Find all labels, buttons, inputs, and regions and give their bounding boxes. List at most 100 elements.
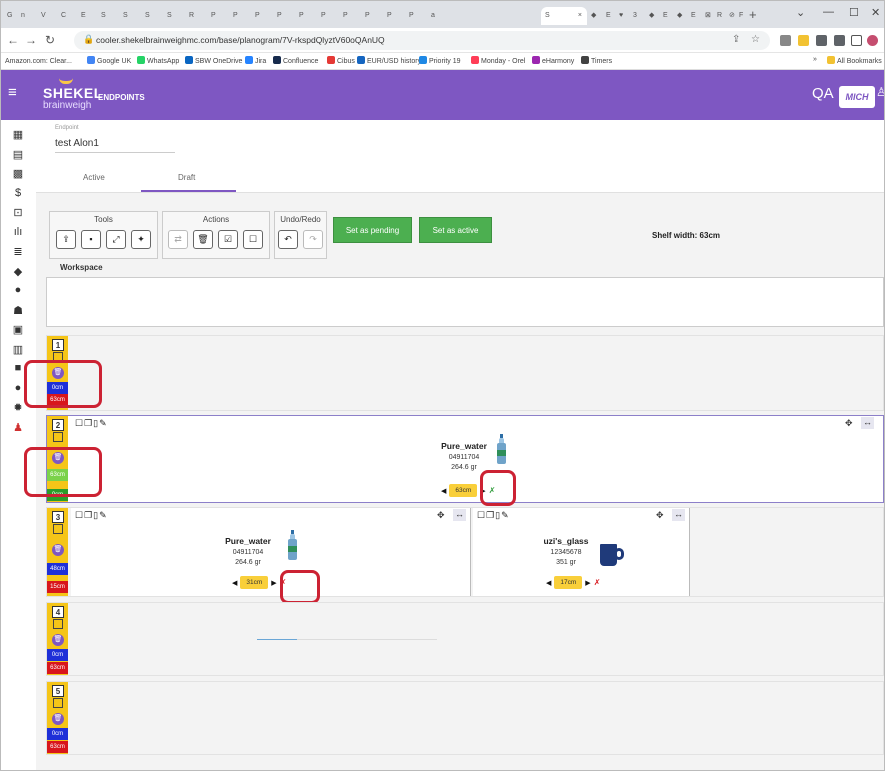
decrease-icon[interactable]: ◀ <box>232 579 237 587</box>
extension-icon[interactable] <box>798 35 809 46</box>
bookmark-timers[interactable]: Timers <box>581 56 612 65</box>
browser-tab[interactable]: P <box>277 7 293 25</box>
browser-tab[interactable]: P <box>233 7 249 25</box>
magic-button[interactable]: ✦ <box>131 230 151 249</box>
id-badge-icon[interactable]: ▣ <box>11 323 25 336</box>
workspace-area[interactable] <box>46 277 884 327</box>
users-icon[interactable]: ☗ <box>11 304 25 317</box>
calendar-icon[interactable]: ▤ <box>11 148 25 161</box>
shelf-delete-icon[interactable]: 🗑 <box>52 713 64 725</box>
copy-icon[interactable]: ❐ <box>486 510 495 520</box>
tab-active[interactable]: Active <box>83 173 105 182</box>
tab-search-icon[interactable]: ⌄ <box>796 6 805 19</box>
product-card[interactable]: Pure_water 04911704 264.6 gr <box>429 441 499 471</box>
browser-tab[interactable]: P <box>211 7 227 25</box>
browser-tab[interactable]: P <box>365 7 381 25</box>
resize-icon[interactable]: ↔ <box>672 509 685 521</box>
bookmark-monday[interactable]: Monday - Orel <box>471 56 525 65</box>
close-window-icon[interactable]: ✕ <box>871 6 880 19</box>
bookmark-onedrive[interactable]: SBW OneDrive <box>185 56 242 65</box>
profile-avatar[interactable] <box>867 35 878 46</box>
extension-icon[interactable] <box>816 35 827 46</box>
increase-icon[interactable]: ▶ <box>271 579 276 587</box>
location-icon[interactable]: ● <box>11 284 25 296</box>
increase-icon[interactable]: ▶ <box>585 579 590 587</box>
browser-tab[interactable]: 3 <box>633 7 649 25</box>
browser-tab[interactable]: P <box>409 7 425 25</box>
upload-button[interactable]: ⇪ <box>56 230 76 249</box>
back-icon[interactable]: ← <box>7 33 19 47</box>
grid-icon[interactable]: ▩ <box>11 167 25 180</box>
checkbox-icon[interactable]: ☐ <box>75 510 84 520</box>
maximize-icon[interactable]: ☐ <box>849 6 859 19</box>
truck-icon[interactable]: ■ <box>11 362 25 374</box>
browser-tab[interactable]: P <box>343 7 359 25</box>
resize-icon[interactable]: ↔ <box>861 417 874 429</box>
browser-tab[interactable]: R <box>189 7 205 25</box>
browser-tab[interactable]: P <box>387 7 403 25</box>
bookmark-jira[interactable]: Jira <box>245 56 266 65</box>
browser-tab[interactable]: V <box>41 7 57 25</box>
expand-button[interactable]: ⤢ <box>106 230 126 249</box>
shelf-checkbox[interactable] <box>53 524 63 534</box>
decrease-icon[interactable]: ◀ <box>441 487 446 495</box>
dollar-icon[interactable]: $ <box>11 187 25 199</box>
address-bar[interactable]: 🔒 cooler.shekelbrainweighmc.com/base/pla… <box>74 31 770 50</box>
bookmark-confluence[interactable]: Confluence <box>273 56 318 65</box>
browser-tab[interactable]: P <box>299 7 315 25</box>
bookmark-whatsapp[interactable]: WhatsApp <box>137 56 179 65</box>
endpoint-field[interactable]: test Alon1 <box>55 138 99 149</box>
set-active-button[interactable]: Set as active <box>419 217 492 243</box>
delete-button[interactable]: 🗑 <box>193 230 213 249</box>
browser-tab[interactable]: a <box>431 7 447 25</box>
shelf-3[interactable]: 3 🗑 48cm 15cm ☐❐▯✎ ✥ ↔ Pure_water 049117… <box>46 507 884 597</box>
pin-icon[interactable]: ✗ <box>594 578 601 587</box>
browser-tab[interactable]: P <box>255 7 271 25</box>
undo-button[interactable]: ↶ <box>278 230 298 249</box>
tab-draft[interactable]: Draft <box>178 173 195 182</box>
menu-icon[interactable]: ≡ <box>8 84 17 101</box>
check-all-button[interactable]: ☑ <box>218 230 238 249</box>
shelf-checkbox[interactable] <box>53 619 63 629</box>
bookmark-amazon[interactable]: Amazon.com: Clear... <box>5 56 72 65</box>
browser-tab[interactable]: S <box>145 7 161 25</box>
move-icon[interactable]: ✥ <box>437 510 445 521</box>
report-icon[interactable]: ≣ <box>11 245 25 258</box>
active-browser-tab[interactable]: S × <box>541 7 587 25</box>
bookmark-cibus[interactable]: Cibus <box>327 56 355 65</box>
shelf-delete-icon[interactable]: 🗑 <box>52 634 64 646</box>
bookmarks-more-icon[interactable]: » <box>813 56 817 63</box>
shelf-checkbox[interactable] <box>53 698 63 708</box>
camera-extension-icon[interactable] <box>780 35 791 46</box>
bookmark-eurusd[interactable]: EUR/USD history <box>357 56 421 65</box>
shelf-4[interactable]: 4 🗑 0cm 63cm <box>46 602 884 676</box>
move-icon[interactable]: ✥ <box>656 510 664 521</box>
tag-icon[interactable]: ◆ <box>11 265 25 278</box>
bookmark-star-icon[interactable]: ☆ <box>751 34 760 45</box>
close-tab-icon[interactable]: × <box>578 7 582 25</box>
bookmark-priority[interactable]: Priority 19 <box>419 56 461 65</box>
bookmark-google[interactable]: Google UK <box>87 56 131 65</box>
calendar-plus-icon[interactable]: ⊡ <box>11 206 25 219</box>
browser-tab[interactable]: C <box>61 7 77 25</box>
copy-icon[interactable]: ❐ <box>84 510 93 520</box>
resize-icon[interactable]: ↔ <box>453 509 466 521</box>
shelf-delete-icon[interactable]: 🗑 <box>52 544 64 556</box>
shelf-5[interactable]: 5 🗑 0cm 63cm <box>46 681 884 755</box>
edit-icon[interactable]: ✎ <box>99 418 108 428</box>
redo-button[interactable]: ↷ <box>303 230 323 249</box>
puzzle-icon[interactable] <box>834 35 845 46</box>
user-icon[interactable]: ♙ <box>876 85 884 99</box>
forward-icon[interactable]: → <box>25 33 37 47</box>
browser-tab[interactable]: E <box>81 7 97 25</box>
product-slot[interactable]: ☐❐▯✎ ✥ ↔ Pure_water 04911704 264.6 gr ◀ 3… <box>71 508 471 596</box>
browser-tab[interactable]: n <box>21 7 37 25</box>
bell-icon[interactable]: ♟ <box>11 421 25 434</box>
building-icon[interactable]: ▥ <box>11 343 25 356</box>
edit-icon[interactable]: ✎ <box>99 510 108 520</box>
share-icon[interactable]: ⇪ <box>732 34 740 45</box>
swap-button[interactable]: ⇄ <box>168 230 188 249</box>
add-shelf-button[interactable]: ▪ <box>81 230 101 249</box>
browser-tab[interactable]: S <box>123 7 139 25</box>
dashboard-icon[interactable]: ▦ <box>11 128 25 141</box>
